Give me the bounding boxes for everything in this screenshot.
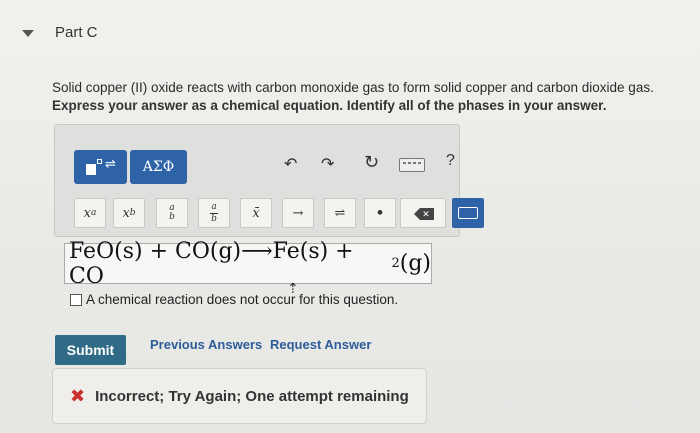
delete-button[interactable]: ✕ xyxy=(400,198,446,228)
help-icon[interactable]: ? xyxy=(446,152,455,170)
no-reaction-option[interactable]: A chemical reaction does not occur for t… xyxy=(70,292,398,307)
submit-button[interactable]: Submit xyxy=(55,335,126,365)
keyboard-icon xyxy=(458,207,478,219)
answer-subscript: 2 xyxy=(391,256,400,271)
page: Part C Solid copper (II) oxide reacts wi… xyxy=(0,0,700,433)
no-reaction-label: A chemical reaction does not occur for t… xyxy=(86,292,399,307)
template-icon xyxy=(86,164,96,175)
keyboard-button[interactable] xyxy=(452,198,484,228)
answer-text: FeO(s) + CO(g)⟶Fe(s) + CO xyxy=(69,238,354,289)
request-answer-link[interactable]: Request Answer xyxy=(270,337,371,352)
previous-answers-link[interactable]: Previous Answers xyxy=(150,337,262,352)
fraction-button[interactable]: ab xyxy=(198,198,230,228)
reaction-arrow-button[interactable]: → xyxy=(282,198,314,228)
templates-button[interactable]: ⇌ xyxy=(74,150,127,184)
incorrect-icon: ✖ xyxy=(70,385,86,406)
equation-editor: ⇌ ΑΣΦ ↶ ↷ ↻ ? xa xb ab ab x̄ → ⇌ • ✕ xyxy=(54,124,484,237)
feedback-box: ✖ Incorrect; Try Again; One attempt rema… xyxy=(52,368,427,424)
part-title: Part C xyxy=(55,24,98,41)
chevron-down-icon[interactable] xyxy=(22,30,34,37)
overline-button[interactable]: x̄ xyxy=(240,198,272,228)
delete-icon: ✕ xyxy=(414,208,434,220)
question-text: Solid copper (II) oxide reacts with carb… xyxy=(52,80,654,95)
greek-symbols-button[interactable]: ΑΣΦ xyxy=(130,150,187,184)
subscript-button[interactable]: xb xyxy=(113,198,145,228)
question-instruction: Express your answer as a chemical equati… xyxy=(52,98,607,113)
no-reaction-checkbox[interactable] xyxy=(70,293,82,306)
reset-icon[interactable]: ↻ xyxy=(364,152,379,173)
stacked-button[interactable]: ab xyxy=(156,198,188,228)
keyboard-icon[interactable] xyxy=(399,158,425,172)
answer-input[interactable]: FeO(s) + CO(g)⟶Fe(s) + CO 2 (g) xyxy=(64,239,432,289)
feedback-text: Incorrect; Try Again; One attempt remain… xyxy=(95,387,409,405)
part-header[interactable]: Part C xyxy=(0,18,700,50)
answer-suffix: (g) xyxy=(399,251,431,276)
equilibrium-arrow-button[interactable]: ⇌ xyxy=(324,198,356,228)
redo-icon[interactable]: ↷ xyxy=(321,154,334,174)
bullet-button[interactable]: • xyxy=(364,198,396,228)
undo-icon[interactable]: ↶ xyxy=(284,154,297,174)
superscript-button[interactable]: xa xyxy=(74,198,106,228)
